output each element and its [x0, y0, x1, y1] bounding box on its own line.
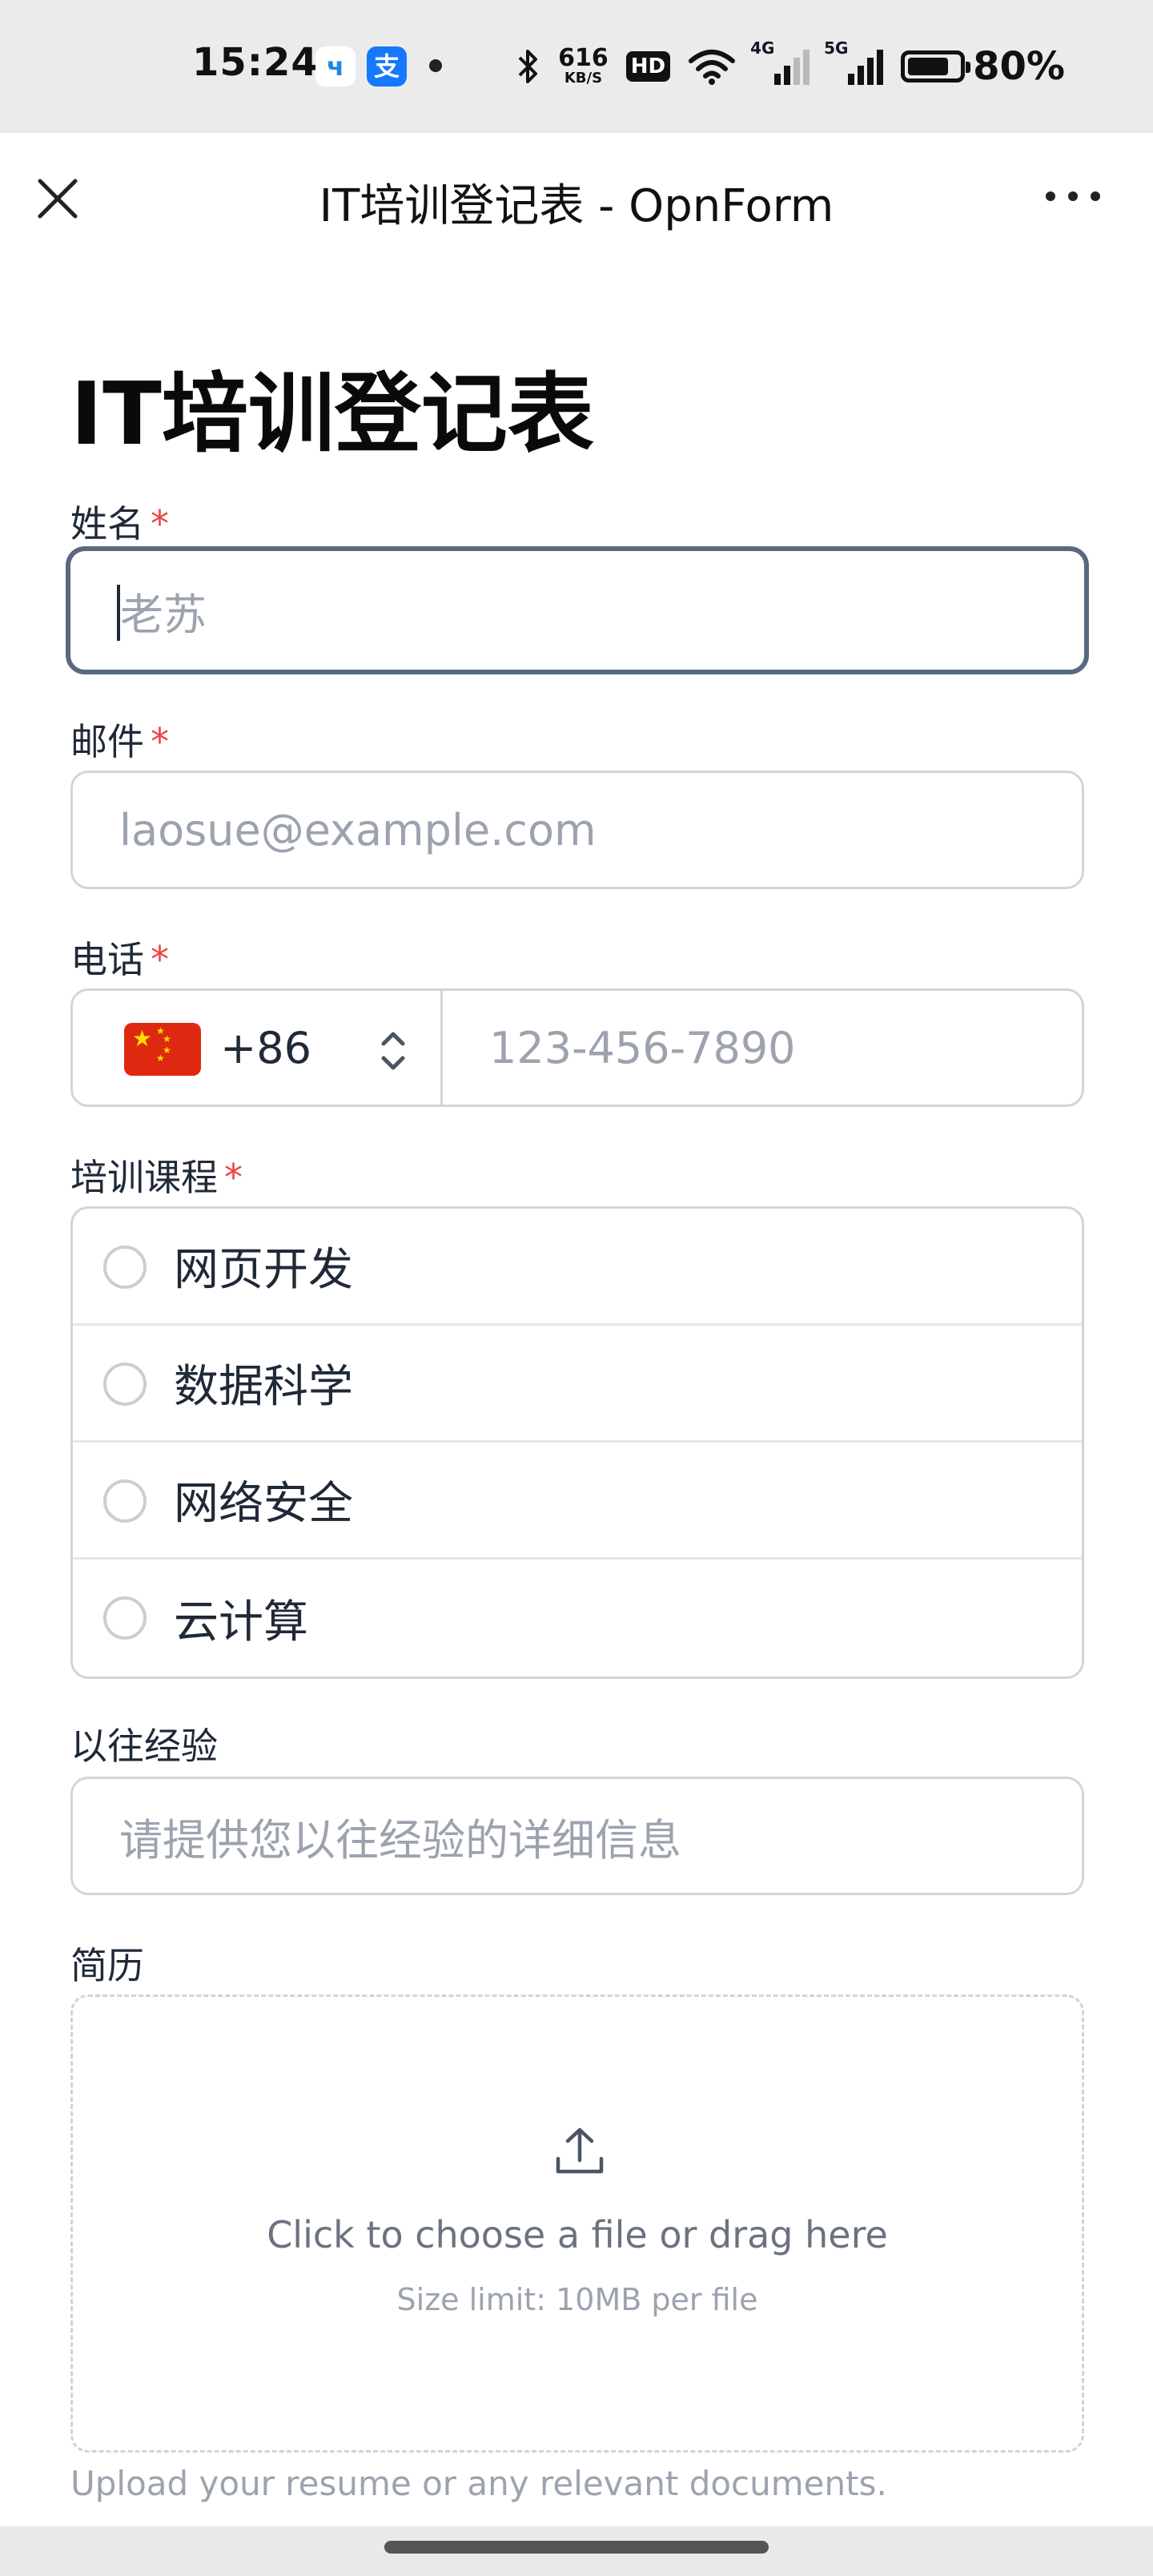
country-code-select[interactable]: ★ ★ ★ ★ ★ +86 — [73, 991, 443, 1105]
wifi-icon — [689, 50, 736, 85]
course-option-cloud[interactable]: 云计算 — [73, 1560, 1082, 1676]
hd-voice-icon: HD — [625, 51, 671, 82]
bluetooth-icon — [518, 50, 538, 83]
option-label: 云计算 — [174, 1596, 308, 1648]
notification-dot-icon — [429, 59, 442, 72]
radio-button[interactable] — [103, 1362, 147, 1406]
status-time: 15:24 — [192, 40, 319, 85]
phone-field: ★ ★ ★ ★ ★ +86 123-456-7890 — [70, 988, 1084, 1107]
phone-placeholder: 123-456-7890 — [489, 1022, 796, 1073]
cellular-signal-2-icon: 5G — [824, 38, 884, 85]
experience-label: 以往经验 — [70, 1725, 218, 1768]
page-title: IT培训登记表 - OpnForm — [319, 180, 834, 232]
radio-button[interactable] — [103, 1479, 147, 1523]
name-label: 姓名 * — [70, 502, 169, 545]
email-label: 邮件 * — [70, 720, 169, 763]
home-indicator[interactable] — [384, 2541, 769, 2554]
experience-placeholder: 请提供您以往经验的详细信息 — [119, 1814, 681, 1866]
phone-number-input[interactable]: 123-456-7890 — [443, 991, 1082, 1105]
status-indicators: 616 KB/S HD 4G 5G 80% — [516, 38, 1065, 95]
upload-instruction: Click to choose a file or drag here — [267, 2213, 888, 2256]
name-input[interactable]: 老苏 — [66, 546, 1089, 674]
form-title: IT培训登记表 — [70, 364, 594, 465]
alipay-app-icon: 支 — [367, 46, 407, 87]
chevron-up-down-icon — [381, 1032, 405, 1070]
required-mark: * — [151, 502, 169, 545]
email-input[interactable]: laosue@example.com — [70, 771, 1084, 889]
battery-indicator: 80% — [901, 44, 1065, 89]
battery-percent: 80% — [973, 44, 1065, 89]
china-flag-icon: ★ ★ ★ ★ ★ — [124, 1023, 201, 1076]
name-placeholder: 老苏 — [120, 589, 207, 640]
radio-button[interactable] — [103, 1246, 147, 1289]
option-label: 数据科学 — [174, 1361, 353, 1413]
battery-icon — [901, 50, 971, 83]
course-option-security[interactable]: 网络安全 — [73, 1443, 1082, 1560]
status-bar: 15:24 ч 支 616 KB/S HD 4G 5G 80% IT培训登记表 … — [0, 0, 1153, 232]
course-option-web-dev[interactable]: 网页开发 — [73, 1209, 1082, 1326]
upload-size-limit: Size limit: 10MB per file — [396, 2282, 758, 2317]
experience-input[interactable]: 请提供您以往经验的详细信息 — [70, 1777, 1084, 1895]
resume-dropzone[interactable]: Click to choose a file or drag here Size… — [70, 1994, 1084, 2453]
required-mark: * — [151, 720, 169, 763]
email-placeholder: laosue@example.com — [119, 804, 597, 855]
cellular-signal-1-icon: 4G — [750, 38, 810, 85]
resume-label: 简历 — [70, 1944, 144, 1987]
phone-label: 电话 * — [70, 938, 169, 981]
required-mark: * — [151, 938, 169, 981]
course-option-data-science[interactable]: 数据科学 — [73, 1326, 1082, 1443]
upload-icon — [556, 2127, 604, 2174]
option-label: 网络安全 — [174, 1478, 353, 1530]
radio-button[interactable] — [103, 1596, 147, 1640]
course-radio-group: 网页开发 数据科学 网络安全 云计算 — [70, 1206, 1084, 1679]
required-mark: * — [224, 1156, 243, 1199]
china-telecom-app-icon: ч — [315, 46, 356, 87]
course-label: 培训课程 * — [70, 1156, 243, 1199]
option-label: 网页开发 — [174, 1244, 353, 1296]
dial-code: +86 — [220, 1022, 311, 1073]
resume-help-text: Upload your resume or any relevant docum… — [70, 2464, 887, 2503]
network-speed: 616 KB/S — [558, 44, 609, 87]
more-options-icon[interactable] — [1041, 184, 1105, 208]
